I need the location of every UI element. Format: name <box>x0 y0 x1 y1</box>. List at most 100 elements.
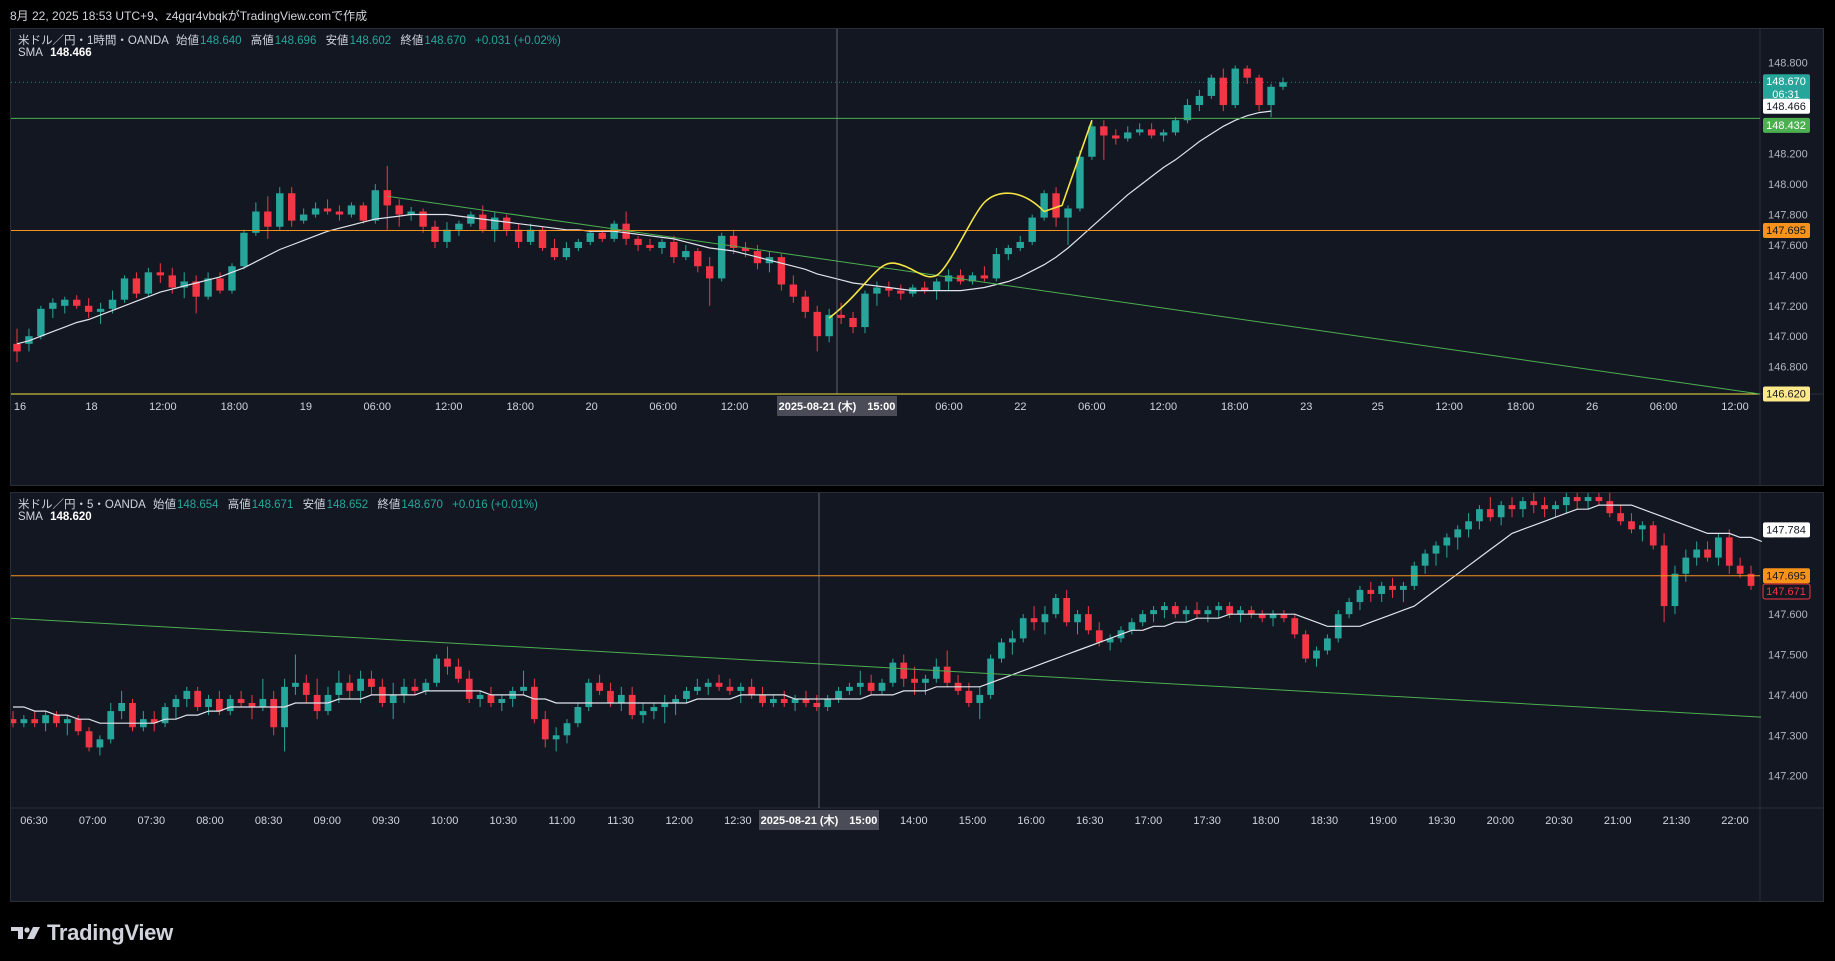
candle-body <box>292 682 299 687</box>
legend-high: 148.671 <box>251 499 294 511</box>
candle-body <box>1715 537 1722 558</box>
5min-sma-legend: SMA 148.620 <box>18 511 96 523</box>
candle-body <box>1124 132 1132 139</box>
candle-body <box>194 690 202 708</box>
tradingview-logo[interactable]: TradingView <box>11 920 173 946</box>
price-tick-label: 146.800 <box>1768 362 1808 374</box>
candle-body <box>1074 614 1081 623</box>
candle-body <box>617 694 625 703</box>
candle-body <box>683 690 690 699</box>
chart-pane-5min[interactable]: 147.800147.700147.600147.500147.400147.3… <box>10 492 1824 902</box>
candle-body <box>11 719 17 724</box>
tradingview-logo-icon <box>11 927 40 939</box>
candle-body <box>1649 525 1657 546</box>
candle-body <box>639 711 647 716</box>
candle-body <box>73 299 81 306</box>
candle-body <box>1193 610 1201 615</box>
candle-body <box>1682 557 1690 574</box>
legend-close: 148.670 <box>424 35 466 47</box>
candle-body <box>359 205 368 221</box>
chart-pane-hourly[interactable]: 148.800148.600148.400148.200148.000147.8… <box>10 28 1824 486</box>
time-tick-label: 21:30 <box>1663 815 1691 827</box>
time-tick-label: 20:00 <box>1487 815 1515 827</box>
time-tick-label: 18:00 <box>1221 401 1249 413</box>
crosshair-time-label: 2025-08-21 (木) 15:00 <box>779 399 896 413</box>
time-tick-label: 15:00 <box>959 815 987 827</box>
time-tick-label: 17:00 <box>1135 815 1163 827</box>
candle-body <box>1135 129 1144 133</box>
candle-body <box>1606 501 1614 514</box>
time-tick-label: 12:30 <box>724 815 752 827</box>
price-tick-label: 147.800 <box>1768 210 1808 222</box>
price-tick-label: 147.600 <box>1768 240 1808 252</box>
candle-body <box>216 698 223 712</box>
candle-body <box>491 217 499 230</box>
candle-body <box>13 343 21 352</box>
sma-label: SMA <box>18 47 43 59</box>
candle-body <box>650 707 658 712</box>
legend-title: 米ドル／円・1時間・OANDA <box>18 35 169 47</box>
candle-body <box>538 229 547 248</box>
candle-body <box>837 314 845 318</box>
candle-body <box>1231 68 1239 106</box>
candle-body <box>1204 610 1212 615</box>
candle-body <box>1219 77 1227 106</box>
descending-trendline <box>387 195 1761 395</box>
candle-body <box>63 719 71 724</box>
candle-body <box>922 678 929 683</box>
time-tick-label: 17:30 <box>1193 815 1221 827</box>
candle-body <box>1432 545 1440 554</box>
candle-body <box>1639 525 1646 530</box>
5min-chart-canvas[interactable]: 147.800147.700147.600147.500147.400147.3… <box>11 493 1824 902</box>
time-tick-label: 06:00 <box>649 401 677 413</box>
candle-body <box>861 293 869 328</box>
time-tick-label: 12:00 <box>1150 401 1178 413</box>
candle-body <box>825 314 833 337</box>
candle-body <box>694 251 702 267</box>
candle-body <box>562 248 571 258</box>
candle-body <box>476 694 484 699</box>
candle-body <box>42 715 49 724</box>
hourly-chart-canvas[interactable]: 148.800148.600148.400148.200148.000147.8… <box>11 29 1824 486</box>
candle-body <box>1076 156 1084 209</box>
time-tick-label: 07:30 <box>138 815 166 827</box>
candle-body <box>646 244 654 248</box>
time-tick-label: 08:00 <box>196 815 224 827</box>
candle-body <box>824 698 832 708</box>
time-tick-label: 10:30 <box>489 815 517 827</box>
crosshair-time-label: 2025-08-21 (木) 15:00 <box>761 813 878 827</box>
time-tick-label: 20 <box>586 401 598 413</box>
footer <box>0 906 1835 961</box>
last-price-badge-text: 148.670 <box>1766 76 1806 88</box>
candle-body <box>900 662 908 679</box>
candle-body <box>1095 630 1103 643</box>
candle-body <box>1195 95 1204 106</box>
candle-body <box>161 707 169 724</box>
projection-path <box>828 119 1093 319</box>
candle-body <box>998 642 1005 659</box>
candle-body <box>1182 610 1190 615</box>
legend-open: 148.640 <box>200 35 242 47</box>
candle-body <box>20 719 28 724</box>
time-tick-label: 06:30 <box>20 815 48 827</box>
candle-body <box>1530 501 1538 506</box>
price-tick-label: 147.200 <box>1768 771 1808 783</box>
candle-body <box>932 666 940 679</box>
legend-close: 148.670 <box>401 499 443 511</box>
candle-body <box>1008 638 1016 643</box>
candle-body <box>1736 565 1744 574</box>
candle-body <box>108 299 117 309</box>
candle-body <box>1302 634 1310 659</box>
candle-body <box>264 211 272 227</box>
sma-price-badge-text: 148.466 <box>1766 101 1806 113</box>
candle-body <box>813 311 821 337</box>
time-tick-label: 07:00 <box>79 815 107 827</box>
price-tick-label: 147.300 <box>1768 730 1808 742</box>
candle-body <box>1267 86 1275 106</box>
candle-body <box>737 686 745 691</box>
candle-body <box>357 678 364 691</box>
candle-body <box>867 682 875 691</box>
legend-close-label: 終値 <box>377 499 401 511</box>
price-tick-label: 147.500 <box>1768 650 1808 662</box>
time-tick-label: 19 <box>300 401 312 413</box>
